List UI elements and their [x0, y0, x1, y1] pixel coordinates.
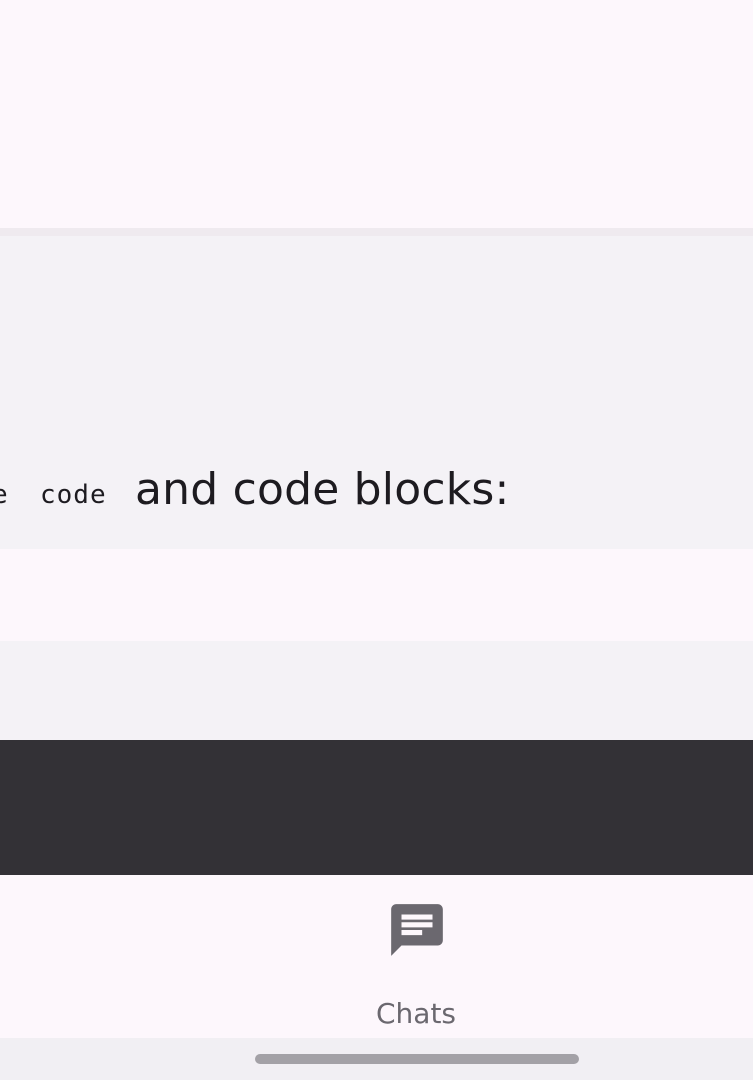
message-bubble-secondary: [0, 641, 753, 740]
nav-label: Chats: [375, 997, 457, 1030]
code-fragment: e: [0, 480, 9, 510]
nav-item-chats[interactable]: Chats: [356, 899, 476, 1030]
bottom-navigation: Chats: [0, 875, 753, 1038]
chat-icon: [391, 904, 443, 956]
divider: [0, 228, 753, 236]
code-block: [0, 740, 753, 875]
message-text-line: e code and code blocks:: [0, 460, 753, 520]
message-gap: [0, 549, 753, 641]
header-area: [0, 0, 753, 228]
gesture-bar-area: [0, 1038, 753, 1080]
inline-code: code: [40, 480, 107, 510]
message-text: and code blocks:: [135, 464, 510, 515]
home-indicator[interactable]: [255, 1054, 579, 1064]
